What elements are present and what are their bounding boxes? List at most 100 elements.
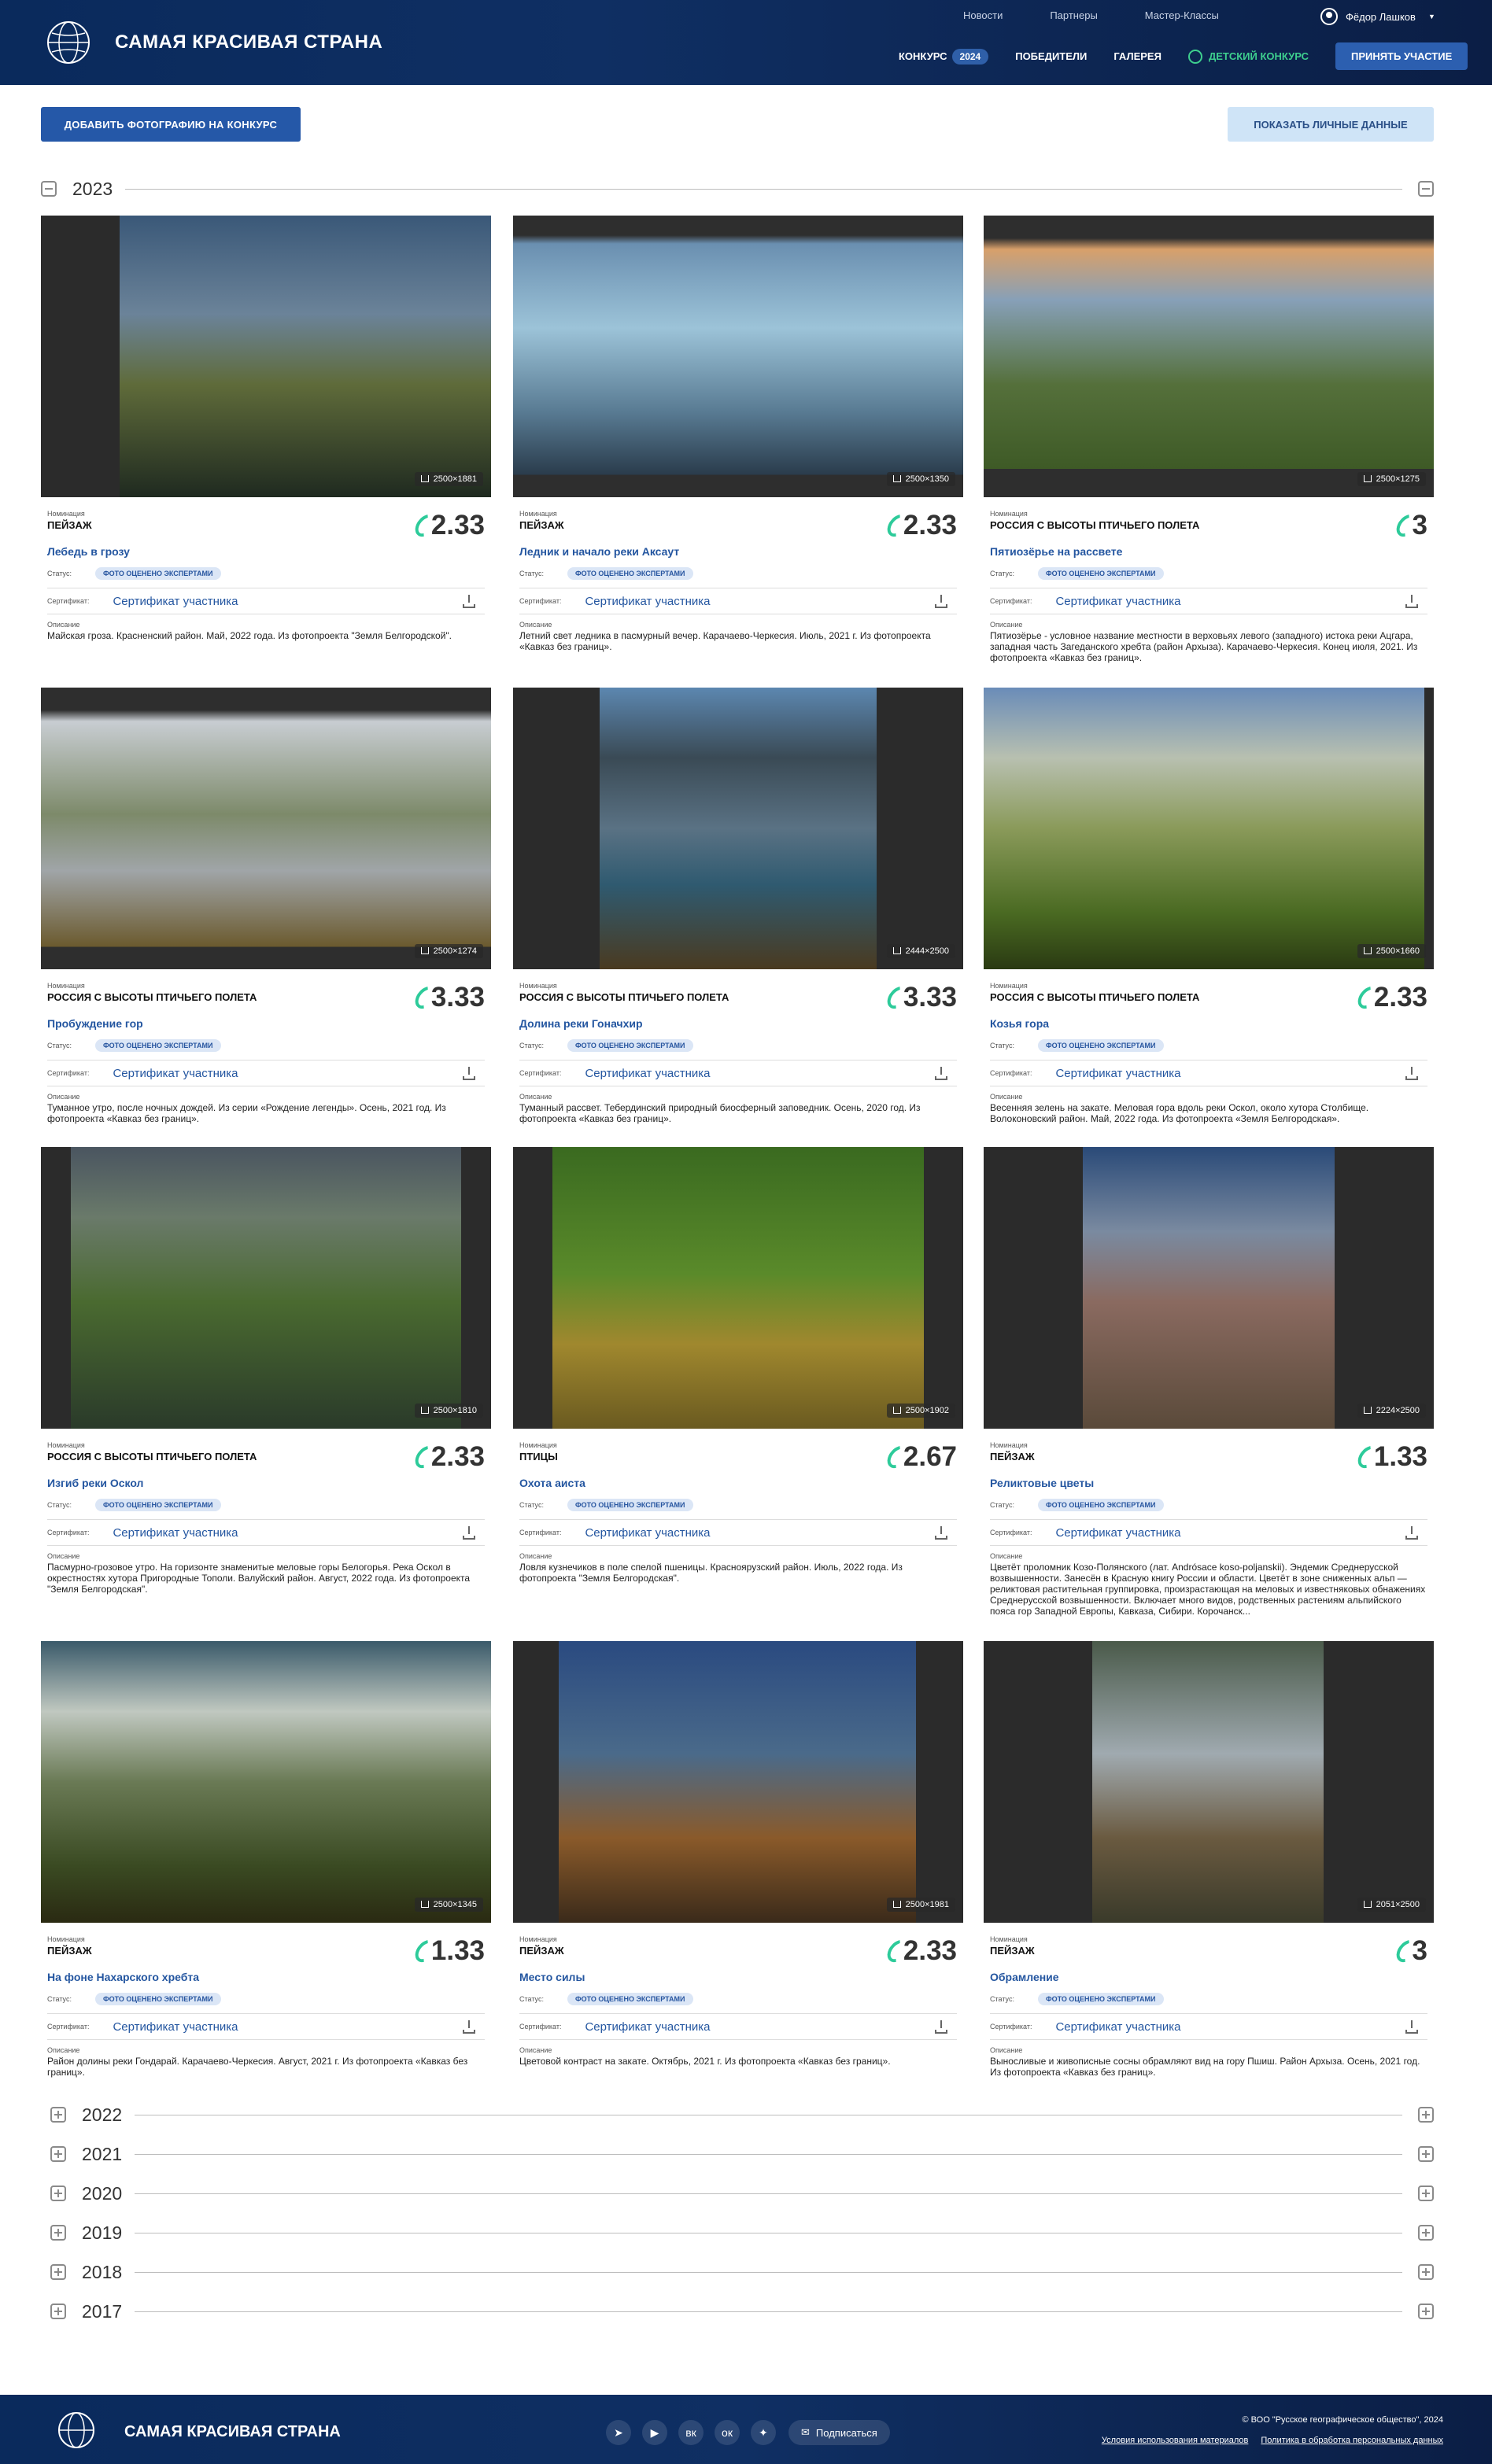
download-icon[interactable]: [463, 1067, 475, 1080]
download-resolution-button[interactable]: 2051×2500: [1357, 1898, 1426, 1912]
nav-winners[interactable]: ПОБЕДИТЕЛИ: [1015, 50, 1087, 62]
photo-frame[interactable]: 2500×1275: [984, 216, 1434, 497]
photo-image[interactable]: [552, 1147, 924, 1429]
expand-icon[interactable]: [50, 2264, 66, 2280]
download-resolution-button[interactable]: 2500×1345: [414, 1898, 483, 1912]
photo-title[interactable]: Охота аиста: [519, 1477, 963, 1489]
download-icon[interactable]: [1405, 2020, 1418, 2034]
download-icon[interactable]: [1405, 595, 1418, 608]
download-resolution-button[interactable]: 2500×1660: [1357, 944, 1426, 958]
photo-image[interactable]: [1092, 1641, 1324, 1923]
year-row-collapsed[interactable]: 2022: [50, 2104, 1434, 2126]
footer-brand[interactable]: САМАЯ КРАСИВАЯ СТРАНА: [124, 2423, 341, 2441]
download-icon[interactable]: [935, 2020, 947, 2034]
year-row-collapsed[interactable]: 2020: [50, 2182, 1434, 2204]
year-row-open[interactable]: 2023: [41, 178, 1434, 200]
photo-frame[interactable]: 2500×1274: [41, 688, 491, 969]
photo-image[interactable]: [71, 1147, 461, 1429]
download-icon[interactable]: [935, 1526, 947, 1540]
certificate-link[interactable]: Сертификат участника: [113, 1526, 238, 1540]
photo-frame[interactable]: 2051×2500: [984, 1641, 1434, 1923]
download-resolution-button[interactable]: 2500×1274: [414, 944, 483, 958]
photo-image[interactable]: [1083, 1147, 1335, 1429]
expand-icon[interactable]: [1418, 2107, 1434, 2123]
vk-icon[interactable]: вк: [678, 2420, 704, 2445]
photo-title[interactable]: Изгиб реки Оскол: [47, 1477, 491, 1489]
photo-image[interactable]: [984, 688, 1424, 969]
photo-title[interactable]: На фоне Нахарского хребта: [47, 1971, 491, 1983]
download-icon[interactable]: [1405, 1526, 1418, 1540]
nav-link-partners[interactable]: Партнеры: [1050, 9, 1097, 21]
terms-link[interactable]: Условия использования материалов: [1102, 2436, 1249, 2445]
year-row-collapsed[interactable]: 2021: [50, 2143, 1434, 2165]
photo-frame[interactable]: 2500×1660: [984, 688, 1434, 969]
year-row-collapsed[interactable]: 2018: [50, 2261, 1434, 2283]
nav-contest[interactable]: КОНКУРС 2024: [899, 48, 989, 65]
subscribe-button[interactable]: ✉ Подписаться: [788, 2420, 890, 2445]
photo-image[interactable]: [120, 216, 491, 497]
certificate-link[interactable]: Сертификат участника: [1055, 1526, 1180, 1540]
rgo-globe-logo-icon[interactable]: [41, 19, 96, 66]
user-menu[interactable]: Фёдор Лашков ▼: [1320, 8, 1435, 25]
rgo-globe-logo-icon[interactable]: [49, 2411, 104, 2450]
download-icon[interactable]: [935, 595, 947, 608]
photo-title[interactable]: Пробуждение гор: [47, 1017, 491, 1030]
download-resolution-button[interactable]: 2500×1810: [414, 1404, 483, 1418]
ok-icon[interactable]: ок: [715, 2420, 740, 2445]
collapse-icon[interactable]: [1418, 181, 1434, 197]
collapse-icon[interactable]: [41, 181, 57, 197]
expand-icon[interactable]: [1418, 2146, 1434, 2162]
download-icon[interactable]: [463, 1526, 475, 1540]
certificate-link[interactable]: Сертификат участника: [113, 595, 238, 608]
photo-image[interactable]: [513, 216, 963, 497]
certificate-link[interactable]: Сертификат участника: [585, 595, 710, 608]
site-brand[interactable]: САМАЯ КРАСИВАЯ СТРАНА: [115, 31, 382, 53]
photo-image[interactable]: [41, 1641, 491, 1923]
photo-title[interactable]: Пятиозёрье на рассвете: [990, 545, 1434, 558]
telegram-icon[interactable]: ➤: [606, 2420, 631, 2445]
add-photo-button[interactable]: ДОБАВИТЬ ФОТОГРАФИЮ НА КОНКУРС: [41, 107, 301, 142]
expand-icon[interactable]: [1418, 2225, 1434, 2241]
photo-frame[interactable]: 2500×1981: [513, 1641, 963, 1923]
photo-image[interactable]: [600, 688, 877, 969]
download-resolution-button[interactable]: 2500×1881: [414, 472, 483, 486]
year-row-collapsed[interactable]: 2017: [50, 2300, 1434, 2322]
photo-frame[interactable]: 2500×1902: [513, 1147, 963, 1429]
download-icon[interactable]: [1405, 1067, 1418, 1080]
dzen-icon[interactable]: ✦: [751, 2420, 776, 2445]
photo-image[interactable]: [984, 216, 1434, 497]
download-icon[interactable]: [463, 2020, 475, 2034]
download-resolution-button[interactable]: 2500×1275: [1357, 472, 1426, 486]
certificate-link[interactable]: Сертификат участника: [1055, 595, 1180, 608]
nav-kids-contest[interactable]: ДЕТСКИЙ КОНКУРС: [1187, 49, 1309, 64]
photo-title[interactable]: Ледник и начало реки Аксаут: [519, 545, 963, 558]
expand-icon[interactable]: [1418, 2264, 1434, 2280]
expand-icon[interactable]: [50, 2304, 66, 2319]
photo-frame[interactable]: 2224×2500: [984, 1147, 1434, 1429]
join-button[interactable]: ПРИНЯТЬ УЧАСТИЕ: [1335, 42, 1468, 70]
nav-gallery[interactable]: ГАЛЕРЕЯ: [1113, 50, 1161, 62]
privacy-link[interactable]: Политика в обработка персональных данных: [1261, 2436, 1443, 2445]
photo-frame[interactable]: 2500×1881: [41, 216, 491, 497]
photo-title[interactable]: Реликтовые цветы: [990, 1477, 1434, 1489]
expand-icon[interactable]: [50, 2107, 66, 2123]
download-icon[interactable]: [463, 595, 475, 608]
download-resolution-button[interactable]: 2500×1902: [886, 1404, 955, 1418]
show-personal-data-button[interactable]: ПОКАЗАТЬ ЛИЧНЫЕ ДАННЫЕ: [1228, 107, 1434, 142]
download-icon[interactable]: [935, 1067, 947, 1080]
expand-icon[interactable]: [50, 2146, 66, 2162]
photo-frame[interactable]: 2500×1810: [41, 1147, 491, 1429]
certificate-link[interactable]: Сертификат участника: [113, 2020, 238, 2034]
photo-frame[interactable]: 2444×2500: [513, 688, 963, 969]
certificate-link[interactable]: Сертификат участника: [585, 1526, 710, 1540]
download-resolution-button[interactable]: 2500×1981: [886, 1898, 955, 1912]
photo-title[interactable]: Козья гора: [990, 1017, 1434, 1030]
photo-image[interactable]: [41, 688, 491, 969]
year-row-collapsed[interactable]: 2019: [50, 2222, 1434, 2244]
photo-title[interactable]: Обрамление: [990, 1971, 1434, 1983]
photo-title[interactable]: Место силы: [519, 1971, 963, 1983]
certificate-link[interactable]: Сертификат участника: [1055, 1067, 1180, 1080]
certificate-link[interactable]: Сертификат участника: [113, 1067, 238, 1080]
expand-icon[interactable]: [1418, 2186, 1434, 2201]
nav-link-news[interactable]: Новости: [963, 9, 1003, 21]
